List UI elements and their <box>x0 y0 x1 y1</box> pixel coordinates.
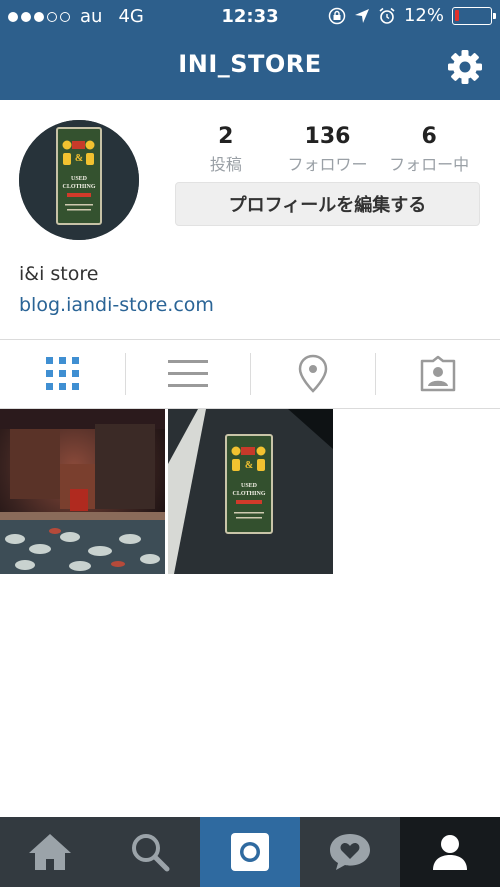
status-bar: au 4G 12:33 12% <box>0 0 500 36</box>
posts-count[interactable]: 2 投稿 <box>175 124 277 175</box>
tab-grid[interactable] <box>0 340 125 408</box>
store-sign-image: & USED CLOTHING <box>19 120 139 240</box>
battery-level <box>455 9 459 21</box>
nav-activity[interactable] <box>300 817 400 887</box>
nav-home[interactable] <box>0 817 100 887</box>
battery-icon <box>452 6 496 25</box>
followers-count-value: 136 <box>304 124 351 149</box>
gear-icon[interactable] <box>447 49 483 85</box>
store-interior-photo <box>0 409 165 574</box>
profile-display-name: i&i store <box>19 263 99 285</box>
post-thumbnail[interactable] <box>0 409 165 574</box>
page-title: INI_STORE <box>178 50 322 78</box>
sign-text-line-2: CLOTHING <box>232 491 265 497</box>
grid-icon <box>45 357 79 390</box>
location-arrow-icon <box>354 8 369 23</box>
followers-count[interactable]: 136 フォロワー <box>277 124 379 175</box>
posts-count-label: 投稿 <box>209 155 242 174</box>
camera-icon <box>231 833 269 871</box>
svg-text:&: & <box>75 153 83 164</box>
top-bar: au 4G 12:33 12% INI_STORE <box>0 0 500 100</box>
sign-text-line-1: USED <box>71 176 88 182</box>
following-count-label: フォロー中 <box>389 155 470 174</box>
followers-count-label: フォロワー <box>287 155 368 174</box>
profile-stats: 2 投稿 136 フォロワー 6 フォロー中 <box>175 124 480 175</box>
alarm-icon <box>379 7 395 24</box>
sign-text-line-1: USED <box>241 483 258 489</box>
post-thumbnail[interactable]: & USED CLOTHING <box>168 409 333 574</box>
bottom-navigation <box>0 817 500 887</box>
avatar[interactable]: & USED CLOTHING <box>19 120 139 240</box>
nav-profile[interactable] <box>400 817 500 887</box>
following-count[interactable]: 6 フォロー中 <box>378 124 480 175</box>
following-count-value: 6 <box>421 124 437 149</box>
activity-heart-icon <box>330 834 370 870</box>
store-sign-photo: & USED CLOTHING <box>168 409 333 574</box>
list-icon <box>167 360 208 387</box>
tab-list[interactable] <box>125 340 250 408</box>
home-icon <box>29 834 71 870</box>
profile-website-link[interactable]: blog.iandi-store.com <box>19 294 214 316</box>
svg-text:&: & <box>245 460 253 471</box>
sign-text-line-2: CLOTHING <box>62 184 95 190</box>
search-icon <box>132 834 170 872</box>
rotation-lock-icon <box>328 7 346 24</box>
tagged-photos-icon <box>420 355 455 392</box>
posts-count-value: 2 <box>218 124 234 149</box>
edit-profile-button[interactable]: プロフィールを編集する <box>175 182 480 226</box>
profile-icon <box>433 835 467 870</box>
profile-view-tabs <box>0 339 500 409</box>
battery-percent: 12% <box>403 5 444 26</box>
nav-camera[interactable] <box>200 817 300 887</box>
location-pin-icon <box>298 354 327 393</box>
nav-search[interactable] <box>100 817 200 887</box>
tab-location[interactable] <box>250 340 375 408</box>
tab-tagged[interactable] <box>375 340 500 408</box>
